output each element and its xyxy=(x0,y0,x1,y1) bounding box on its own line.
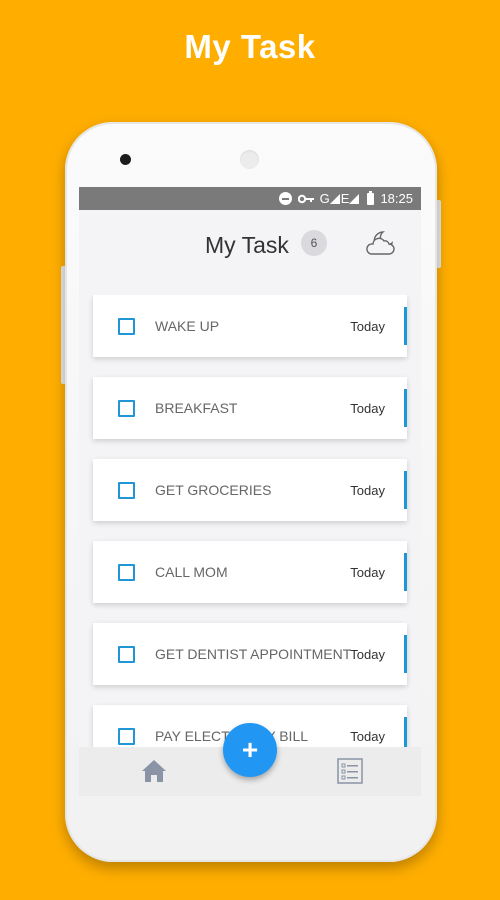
task-checkbox[interactable] xyxy=(118,645,135,663)
task-date: Today xyxy=(350,318,385,334)
promo-title: My Task xyxy=(184,28,316,65)
task-item[interactable]: CALL MOM Today xyxy=(93,541,407,603)
phone-sensor xyxy=(240,150,259,169)
task-date: Today xyxy=(350,564,385,580)
task-list-icon[interactable] xyxy=(337,758,363,784)
task-checkbox[interactable] xyxy=(118,317,135,335)
task-label: WAKE UP xyxy=(155,318,220,334)
task-accent-bar xyxy=(404,635,407,673)
task-checkbox[interactable] xyxy=(118,481,135,499)
task-label: GET GROCERIES xyxy=(155,482,272,498)
page-title: My Task xyxy=(205,232,289,258)
app-screen: G E 18:25 My Task 6 WAKE UP Today BREAKF… xyxy=(79,187,421,796)
task-label: BREAKFAST xyxy=(155,400,238,416)
task-date: Today xyxy=(350,646,385,662)
cloud-moon-icon[interactable] xyxy=(365,228,397,258)
task-accent-bar xyxy=(404,389,407,427)
signal-icon xyxy=(329,193,340,204)
task-date: Today xyxy=(350,728,385,744)
task-list: WAKE UP Today BREAKFAST Today GET GROCER… xyxy=(79,295,421,747)
task-checkbox[interactable] xyxy=(118,727,135,745)
phone-camera xyxy=(120,154,131,165)
task-date: Today xyxy=(350,482,385,498)
battery-icon xyxy=(367,190,375,205)
home-icon[interactable] xyxy=(141,759,167,783)
task-item[interactable]: WAKE UP Today xyxy=(93,295,407,357)
network-type-e: E xyxy=(340,191,350,206)
task-item[interactable]: GET DENTIST APPOINTMENT Today xyxy=(93,623,407,685)
status-bar: G E 18:25 xyxy=(79,187,421,210)
minus-circle-icon xyxy=(278,192,292,205)
task-item[interactable]: GET GROCERIES Today xyxy=(93,459,407,521)
task-label: CALL MOM xyxy=(155,564,228,580)
task-checkbox[interactable] xyxy=(118,563,135,581)
task-accent-bar xyxy=(404,717,407,747)
signal-icon-2 xyxy=(349,193,360,204)
task-date: Today xyxy=(350,400,385,416)
task-checkbox[interactable] xyxy=(118,399,135,417)
task-item[interactable]: BREAKFAST Today xyxy=(93,377,407,439)
task-label: GET DENTIST APPOINTMENT xyxy=(155,646,352,662)
status-time: 18:25 xyxy=(380,191,413,206)
task-accent-bar xyxy=(404,553,407,591)
task-accent-bar xyxy=(404,471,407,509)
network-type-g: G xyxy=(319,191,330,206)
add-task-button[interactable]: + xyxy=(223,723,277,777)
task-accent-bar xyxy=(404,307,407,345)
task-count-badge: 6 xyxy=(301,230,327,256)
app-header: My Task 6 xyxy=(79,210,421,280)
key-icon xyxy=(297,194,314,204)
